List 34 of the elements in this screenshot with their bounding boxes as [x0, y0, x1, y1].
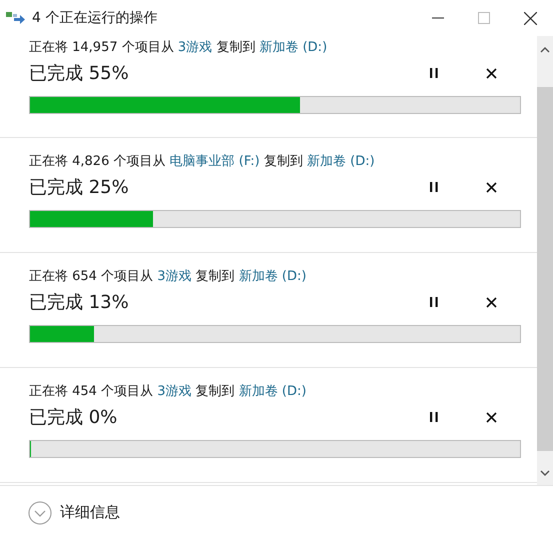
- operation-description: 正在将 454 个项目从 3游戏 复制到 新加卷 (D:): [29, 383, 308, 401]
- progress-percent: 已完成 25%: [29, 176, 130, 199]
- progress-percent: 已完成 0%: [29, 406, 118, 429]
- scroll-thumb[interactable]: [537, 87, 553, 451]
- window-title: 4 个正在运行的操作: [32, 9, 158, 27]
- destination-link[interactable]: 新加卷 (D:): [238, 384, 306, 399]
- pause-icon: [429, 296, 439, 308]
- source-link[interactable]: 电脑事业部 (F:): [170, 154, 260, 169]
- copy-icon: [6, 11, 26, 25]
- destination-link[interactable]: 新加卷 (D:): [238, 269, 306, 284]
- operation-description: 正在将 14,957 个项目从 3游戏 复制到 新加卷 (D:): [29, 39, 328, 57]
- source-link[interactable]: 3游戏: [178, 40, 212, 55]
- details-toggle[interactable]: 详细信息: [28, 500, 120, 524]
- scroll-up-icon[interactable]: [540, 46, 550, 53]
- maximize-icon: [478, 12, 490, 24]
- close-icon: [486, 68, 496, 78]
- close-icon: [486, 296, 496, 308]
- close-icon: [486, 412, 496, 422]
- operation-description: 正在将 654 个项目从 3游戏 复制到 新加卷 (D:): [29, 268, 308, 286]
- source-link[interactable]: 3游戏: [157, 384, 192, 399]
- source-link[interactable]: 3游戏: [157, 269, 192, 284]
- close-icon: [524, 12, 536, 24]
- scroll-down-icon[interactable]: [540, 470, 550, 477]
- destination-link[interactable]: 新加卷 (D:): [259, 40, 328, 55]
- pause-icon: [429, 181, 439, 193]
- pause-icon: [429, 67, 439, 79]
- close-icon: [486, 182, 496, 192]
- operation-description: 正在将 4,826 个项目从 电脑事业部 (F:) 复制到 新加卷 (D:): [29, 153, 376, 171]
- scrollbar[interactable]: [537, 36, 553, 485]
- chevron-icon: [28, 500, 52, 524]
- pause-icon: [429, 411, 439, 423]
- progress-percent: 已完成 13%: [29, 291, 130, 314]
- progress-percent: 已完成 55%: [29, 62, 130, 85]
- destination-link[interactable]: 新加卷 (D:): [307, 154, 375, 169]
